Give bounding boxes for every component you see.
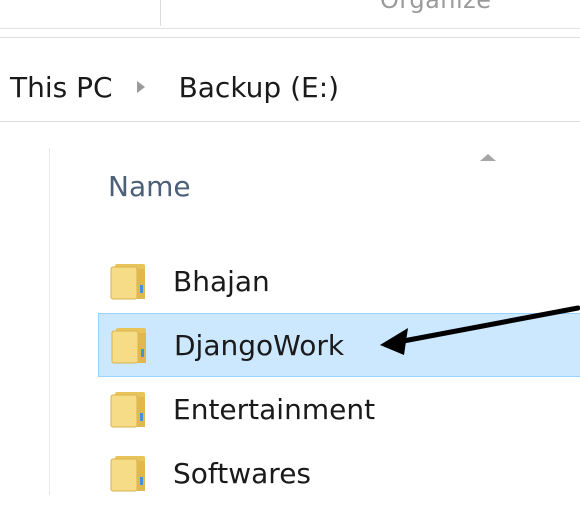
folder-icon [108,325,152,365]
file-list: Bhajan DjangoWork Entertainment Software… [98,249,580,505]
list-item[interactable]: Softwares [98,441,580,505]
list-item[interactable]: Entertainment [98,377,580,441]
folder-icon [107,389,151,429]
navigation-pane-border [49,148,50,495]
ribbon-separator [160,0,161,26]
folder-name: DjangoWork [174,328,345,362]
breadcrumb: This PC Backup (E:) [10,67,339,107]
folder-name: Bhajan [173,264,270,298]
folder-name: Entertainment [173,392,376,426]
breadcrumb-backup-drive[interactable]: Backup (E:) [179,71,340,104]
annotation-arrow-icon [380,305,580,355]
column-header-label: Name [108,170,191,203]
ribbon-strip: Organize [0,0,580,26]
divider [0,121,580,122]
divider [0,28,580,29]
ribbon-group-organize[interactable]: Organize [380,0,492,14]
folder-icon [107,261,151,301]
folder-name: Softwares [173,456,312,490]
divider [0,37,580,38]
sort-ascending-icon [480,154,496,161]
breadcrumb-chevron-icon[interactable] [136,81,145,93]
column-header-name[interactable]: Name [98,154,580,220]
folder-icon [107,453,151,493]
breadcrumb-this-pc[interactable]: This PC [10,71,113,104]
